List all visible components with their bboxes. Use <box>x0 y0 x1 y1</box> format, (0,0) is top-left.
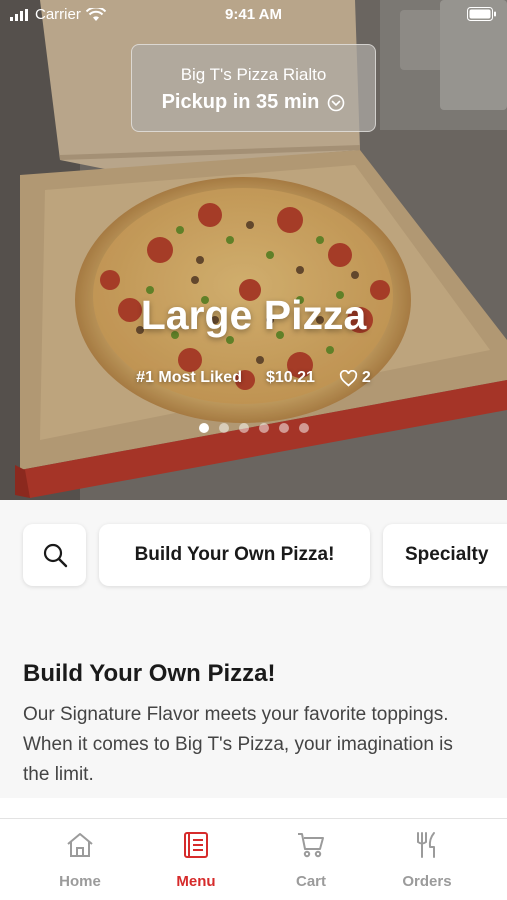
carousel-dot[interactable] <box>278 423 289 433</box>
featured-item-meta: #1 Most Liked $10.21 2 <box>0 369 507 387</box>
carousel-dot[interactable] <box>298 423 309 433</box>
battery-icon <box>467 7 496 21</box>
tab-bar: Home Menu Cart Orders <box>0 818 507 900</box>
carousel-dot[interactable] <box>258 423 269 433</box>
home-icon <box>67 833 93 857</box>
tab-home[interactable]: Home <box>25 831 135 890</box>
category-bar: Build Your Own Pizza! Specialty <box>0 500 507 612</box>
search-button[interactable] <box>23 524 86 586</box>
list-divider <box>0 798 507 818</box>
search-icon <box>43 543 67 568</box>
likes-counter[interactable]: 2 <box>339 369 371 387</box>
status-bar: Carrier 9:41 AM <box>0 0 507 30</box>
tab-menu[interactable]: Menu <box>141 831 251 890</box>
tab-orders[interactable]: Orders <box>372 831 482 890</box>
likes-count: 2 <box>361 369 371 386</box>
store-name: Big T's Pizza Rialto <box>180 65 327 84</box>
tab-menu-label: Menu <box>176 873 216 890</box>
tab-home-label: Home <box>59 873 101 890</box>
menu-icon <box>184 832 208 858</box>
category-chip-specialty[interactable]: Specialty <box>383 524 507 586</box>
carousel-dot[interactable] <box>218 423 229 433</box>
rank-label: #1 Most Liked <box>136 369 242 386</box>
menu-section: Build Your Own Pizza! Our Signature Flav… <box>0 612 507 798</box>
chevron-down-icon <box>328 94 345 111</box>
cart-icon <box>298 833 324 858</box>
carousel-dot[interactable] <box>238 423 249 433</box>
category-chip-build-your-own[interactable]: Build Your Own Pizza! <box>99 524 370 586</box>
heart-icon <box>339 369 358 387</box>
section-title: Build Your Own Pizza! <box>23 660 276 687</box>
clock: 9:41 AM <box>225 6 282 23</box>
orders-icon <box>417 832 435 858</box>
section-description: Our Signature Flavor meets your favorite… <box>23 704 453 785</box>
carousel-dot[interactable] <box>198 423 209 433</box>
featured-item-title: Large Pizza <box>140 292 367 338</box>
price-label: $10.21 <box>265 369 315 386</box>
pickup-selector[interactable]: Big T's Pizza Rialto Pickup in 35 min <box>131 44 376 132</box>
tab-orders-label: Orders <box>402 873 452 890</box>
carousel-indicator[interactable] <box>0 423 507 433</box>
hero-banner[interactable]: Carrier 9:41 AM Big T's Pizza Rialto Pic… <box>0 0 507 500</box>
tab-cart-label: Cart <box>295 873 326 890</box>
pickup-eta: Pickup in 35 min <box>161 91 320 113</box>
tab-cart[interactable]: Cart <box>256 831 366 890</box>
